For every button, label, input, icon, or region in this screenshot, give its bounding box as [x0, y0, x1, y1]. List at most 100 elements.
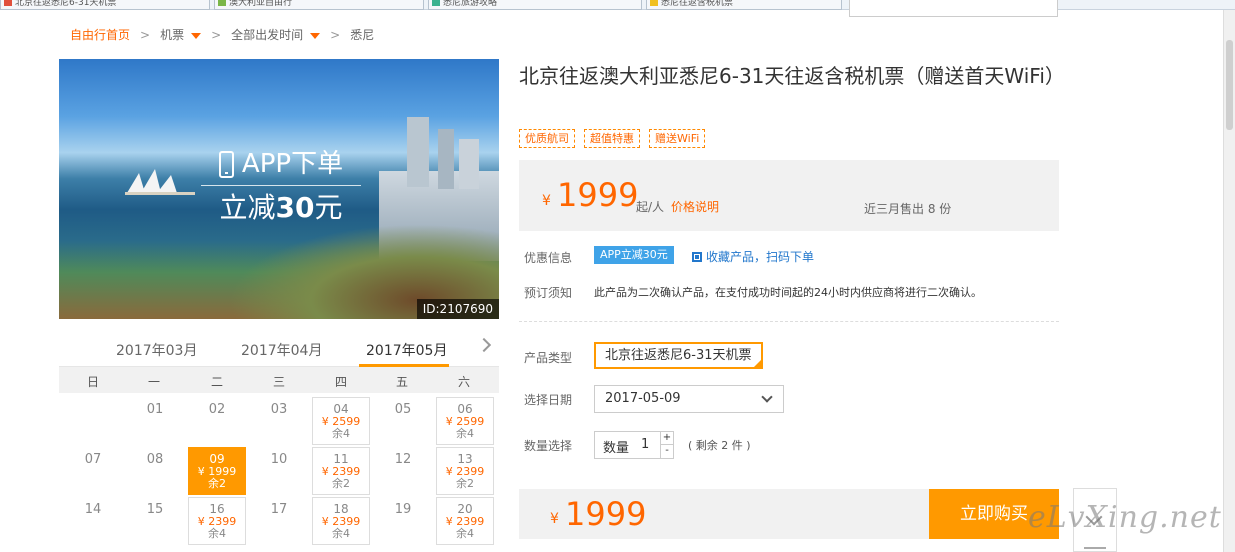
day-number: 04 [333, 402, 349, 416]
day-number: 07 [84, 452, 102, 467]
day-number: 15 [146, 502, 164, 517]
price-amount: 1999 [557, 176, 639, 214]
tower [438, 129, 454, 189]
calendar-day[interactable]: 16 ¥ 2399 余4 [188, 497, 246, 545]
calendar-day: 10 [250, 447, 308, 495]
weekday-label: 四 [334, 375, 347, 389]
tower [407, 117, 429, 187]
price-explain-link[interactable]: 价格说明 [671, 198, 719, 215]
product-image: APP下单 立减30元 ID:2107690 [59, 59, 499, 319]
currency-symbol: ¥ [542, 193, 551, 209]
product-tags: 优质航司 超值特惠 赠送WiFi [519, 129, 714, 148]
product-type-label: 产品类型 [524, 351, 573, 365]
opera-house-icon [125, 169, 195, 195]
day-number: 13 [457, 452, 473, 466]
day-remaining: 余4 [332, 427, 350, 440]
calendar-day[interactable]: 13 ¥ 2399 余2 [436, 447, 494, 495]
date-select[interactable]: 2017-05-09 [594, 385, 784, 413]
breadcrumb: 自由行首页 > 机票 > 全部出发时间 > 悉尼 [70, 26, 374, 43]
quantity-stepper: 数量 1 + - [594, 431, 674, 459]
tag: 超值特惠 [584, 129, 640, 148]
calendar-day[interactable]: 06 ¥ 2599 余4 [436, 397, 494, 445]
day-number: 10 [270, 452, 288, 467]
breadcrumb-separator: > [211, 27, 222, 42]
breadcrumb-home[interactable]: 自由行首页 [70, 26, 130, 43]
calendar-day[interactable]: 18 ¥ 2399 余4 [312, 497, 370, 545]
scrollbar[interactable] [1223, 10, 1235, 552]
notice-text: 此产品为二次确认产品，在支付成功时间起的24小时内供应商将进行二次确认。 [594, 286, 982, 299]
date-label: 选择日期 [524, 393, 573, 407]
chevron-down-icon [761, 391, 773, 403]
scrollbar-thumb[interactable] [1226, 40, 1233, 130]
phone-icon [218, 150, 234, 178]
breadcrumb-destination: 悉尼 [350, 28, 375, 42]
product-id: ID:2107690 [416, 299, 499, 319]
calendar-day: 02 [188, 397, 246, 445]
calendar-day[interactable]: 11 ¥ 2399 余2 [312, 447, 370, 495]
breadcrumb-category[interactable]: 机票 [160, 26, 202, 43]
caret-down-icon [310, 32, 321, 39]
day-remaining: 余4 [332, 527, 350, 540]
remaining-stock: ( 剩余 2 件 ) [688, 439, 751, 452]
day-number: 06 [457, 402, 473, 416]
qr-code-icon [692, 251, 702, 262]
weekday-label: 一 [147, 375, 160, 389]
menu-icon[interactable] [1084, 547, 1106, 549]
day-remaining: 余2 [208, 477, 226, 490]
calendar-day[interactable]: 09 ¥ 1999 余2 [188, 447, 246, 495]
currency-symbol: ¥ [550, 511, 559, 527]
browser-tab-4[interactable]: 悉尼往返含税机票 [646, 0, 842, 10]
divider [519, 321, 1059, 322]
tag: 赠送WiFi [649, 129, 706, 148]
tab-month-03[interactable]: 2017年03月 [116, 340, 197, 360]
day-number: 12 [394, 452, 412, 467]
chevron-right-icon[interactable] [476, 337, 492, 353]
discount-badge: APP立减30元 [594, 246, 674, 264]
quantity-value[interactable]: 1 [641, 437, 649, 452]
calendar-day[interactable]: 20 ¥ 2399 余4 [436, 497, 494, 545]
calendar-day[interactable]: 04 ¥ 2599 余4 [312, 397, 370, 445]
notice-label: 预订须知 [524, 286, 573, 300]
tab-month-05[interactable]: 2017年05月 [366, 340, 447, 360]
page-icon [218, 0, 226, 6]
weekday-label: 日 [86, 375, 99, 389]
weekday-label: 六 [457, 375, 470, 389]
app-promo: APP下单 立减30元 [201, 147, 361, 224]
weekday-header: 日 一 二 三 四 五 六 [59, 367, 499, 393]
day-number: 18 [333, 502, 349, 516]
top-search-field[interactable] [849, 0, 1058, 17]
day-remaining: 余4 [456, 427, 474, 440]
day-number: 05 [394, 402, 412, 417]
product-type-option[interactable]: 北京往返悉尼6-31天机票 [594, 342, 763, 369]
weekday-label: 三 [272, 375, 285, 389]
day-remaining: 余2 [456, 477, 474, 490]
scan-to-order-link[interactable]: 收藏产品，扫码下单 [692, 248, 814, 265]
day-number: 20 [457, 502, 473, 516]
discount-label: 优惠信息 [524, 251, 573, 265]
page-icon [650, 0, 658, 6]
calendar-day: 07 [64, 447, 122, 495]
day-remaining: 余4 [208, 527, 226, 540]
browser-tab-3[interactable]: 悉尼旅游攻略 [428, 0, 642, 10]
day-number: 11 [333, 452, 349, 466]
quantity-inner-label: 数量 [603, 441, 630, 456]
watermark: eLvXing.net [1028, 500, 1222, 535]
calendar-day: 15 [126, 497, 184, 545]
tag: 优质航司 [519, 129, 575, 148]
calendar-day: 12 [374, 447, 432, 495]
quantity-increase-button[interactable]: + [660, 432, 673, 445]
day-number: 17 [270, 502, 288, 517]
day-number: 01 [146, 402, 164, 417]
calendar-day: 19 [374, 497, 432, 545]
page-icon [4, 0, 12, 6]
calendar-day: 14 [64, 497, 122, 545]
quantity-decrease-button[interactable]: - [660, 445, 673, 458]
browser-tab-1[interactable]: 北京往返悉尼6-31天机票 [0, 0, 210, 10]
price-box: ¥ 1999 起/人 价格说明 近三月售出 8 份 [519, 160, 1059, 231]
browser-tab-2[interactable]: 澳大利亚自由行 [214, 0, 424, 10]
tab-month-04[interactable]: 2017年04月 [241, 340, 322, 360]
buy-price: 1999 [565, 495, 647, 533]
breadcrumb-period[interactable]: 全部出发时间 [231, 26, 321, 43]
quantity-label: 数量选择 [524, 439, 573, 453]
day-number: 08 [146, 452, 164, 467]
